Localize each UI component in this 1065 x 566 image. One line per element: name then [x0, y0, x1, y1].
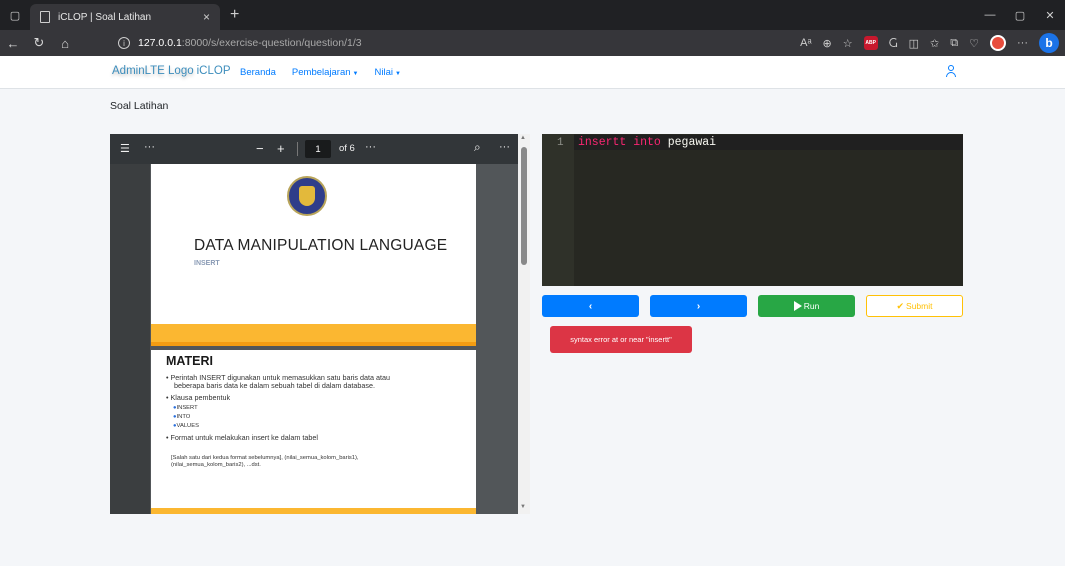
bing-copilot-icon[interactable]: b: [1039, 33, 1059, 53]
split-screen-icon[interactable]: ◫: [909, 37, 919, 50]
browser-tab-bar: ▢ iCLOP | Soal Latihan × + — ▢ ✕: [0, 0, 1065, 30]
page-title: Soal Latihan: [110, 100, 169, 112]
slide-bullet: • Format untuk melakukan insert ke dalam…: [166, 433, 318, 442]
slide-bullet: • Klausa pembentuk: [166, 393, 231, 402]
run-button[interactable]: Run: [758, 295, 855, 317]
scrollbar-thumb[interactable]: [521, 147, 527, 265]
read-aloud-icon[interactable]: Aᵃ: [800, 37, 811, 49]
slide-heading: MATERI: [166, 354, 213, 368]
code-editor[interactable]: 1 insertt into pegawai: [542, 134, 963, 286]
menu-beranda[interactable]: Beranda: [240, 67, 276, 78]
error-alert: syntax error at or near "insertt": [550, 326, 692, 353]
url-host: 127.0.0.1: [138, 37, 182, 49]
slide-footer-band-dark: [151, 342, 476, 346]
pdf-page-1: DATA MANIPULATION LANGUAGE INSERT: [151, 164, 476, 346]
sql-identifier: pegawai: [667, 136, 717, 149]
home-icon[interactable]: ⌂: [52, 30, 78, 56]
site-info-icon[interactable]: i: [118, 37, 130, 49]
adblock-icon[interactable]: ABP: [863, 36, 878, 50]
check-icon: ✔: [896, 300, 905, 311]
line-number: 1: [557, 137, 564, 149]
zoom-out-icon[interactable]: −: [256, 141, 264, 156]
pdf-page-total: of 6: [339, 143, 355, 154]
browser-tab[interactable]: iCLOP | Soal Latihan ×: [30, 4, 220, 30]
tab-title: iCLOP | Soal Latihan: [58, 11, 152, 23]
pdf-scrollbar[interactable]: ▲ ▼: [518, 134, 530, 514]
caret-down-icon: ▼: [394, 71, 401, 77]
editor-gutter: 1: [542, 134, 574, 286]
slide-note-line: (nilai_semua_kolom_baris2), ...dst.: [171, 462, 261, 468]
slide-subtitle: INSERT: [194, 260, 220, 267]
slide-subitem: ●INTO: [173, 414, 191, 420]
slide-title: DATA MANIPULATION LANGUAGE: [194, 237, 448, 254]
browser-address-bar: ← ↻ ⌂ i 127.0.0.1:8000/s/exercise-questi…: [0, 30, 1065, 56]
run-label: Run: [803, 301, 820, 311]
main-menu: Beranda Pembelajaran ▼ Nilai ▼: [240, 67, 401, 78]
favorites-icon[interactable]: ✩: [930, 37, 939, 50]
new-tab-button[interactable]: +: [230, 6, 239, 24]
page-icon: [40, 11, 50, 23]
play-icon: [793, 301, 802, 311]
browser-toolbar: Aᵃ ⊕ ☆ ABP Ⴚ ◫ ✩ ⧉ ♡ ··· b: [800, 33, 1059, 53]
sql-keyword: insertt into: [578, 136, 661, 149]
slide-note-line: [Salah satu dari kedua format sebelumnya…: [171, 455, 359, 461]
brand-name[interactable]: iCLOP: [197, 65, 231, 77]
close-window-icon[interactable]: ✕: [1035, 0, 1065, 30]
menu-nilai[interactable]: Nilai ▼: [375, 67, 401, 78]
url-field[interactable]: i 127.0.0.1:8000/s/exercise-question/que…: [108, 33, 764, 53]
pdf-page-more-icon[interactable]: ···: [365, 141, 376, 153]
toolbar-divider: [297, 142, 298, 156]
code-line[interactable]: insertt into pegawai: [578, 136, 716, 149]
minimize-icon[interactable]: —: [975, 0, 1005, 30]
slide-subitem: ●INSERT: [173, 405, 198, 411]
back-icon[interactable]: ←: [0, 30, 26, 56]
caret-down-icon: ▼: [352, 71, 359, 77]
pdf-options-icon[interactable]: ···: [499, 141, 510, 153]
next-question-button[interactable]: ›: [650, 295, 747, 317]
menu-pembelajaran[interactable]: Pembelajaran ▼: [292, 67, 359, 78]
pdf-more-icon[interactable]: ···: [144, 141, 155, 153]
window-controls: — ▢ ✕: [975, 0, 1065, 30]
maximize-icon[interactable]: ▢: [1005, 0, 1035, 30]
refresh-icon[interactable]: ↻: [26, 30, 52, 56]
profile-avatar[interactable]: [990, 35, 1006, 51]
previous-question-button[interactable]: ‹: [542, 295, 639, 317]
chevron-left-icon: ‹: [588, 300, 593, 312]
slide-footer-band: [151, 508, 476, 514]
university-emblem: [287, 176, 327, 216]
pdf-viewer[interactable]: ☰ ··· − + 1 of 6 ··· ⌕ ··· DATA MANIPULA…: [110, 134, 518, 514]
app-navbar: AdminLTE Logo iCLOP Beranda Pembelajaran…: [0, 56, 1065, 89]
slide-bullet-cont: beberapa baris data ke dalam sebuah tabe…: [174, 381, 375, 390]
extension-icon[interactable]: Ⴚ: [889, 37, 898, 50]
favorite-star-icon[interactable]: ☆: [843, 37, 853, 50]
pdf-page-input[interactable]: 1: [305, 140, 331, 158]
scroll-up-icon[interactable]: ▲: [520, 135, 526, 141]
submit-button[interactable]: ✔ Submit: [866, 295, 963, 317]
pdf-toolbar: ☰ ··· − + 1 of 6 ··· ⌕ ···: [110, 134, 518, 164]
close-tab-icon[interactable]: ×: [203, 10, 210, 24]
more-menu-icon[interactable]: ···: [1017, 37, 1028, 49]
brand[interactable]: AdminLTE Logo iCLOP: [112, 65, 231, 77]
tab-actions-icon[interactable]: ▢: [0, 0, 30, 30]
slide-note: [Salah satu dari kedua format sebelumnya…: [171, 455, 359, 469]
submit-label: Submit: [906, 301, 933, 311]
user-icon[interactable]: [945, 64, 957, 78]
zoom-icon[interactable]: ⊕: [823, 37, 832, 50]
pdf-sidebar: [110, 164, 150, 514]
collections-icon[interactable]: ⧉: [950, 37, 958, 50]
chevron-right-icon: ›: [696, 300, 701, 312]
slide-subitem: ●VALUES: [173, 423, 199, 429]
pdf-page-2: MATERI • Perintah INSERT digunakan untuk…: [151, 350, 476, 514]
scroll-down-icon[interactable]: ▼: [520, 504, 526, 510]
zoom-in-icon[interactable]: +: [277, 141, 285, 156]
brand-logo[interactable]: AdminLTE Logo: [112, 65, 194, 77]
url-path: :8000/s/exercise-question/question/1/3: [181, 37, 362, 49]
health-icon[interactable]: ♡: [969, 37, 979, 50]
pdf-search-icon[interactable]: ⌕: [474, 140, 481, 155]
pdf-contents-icon[interactable]: ☰: [120, 142, 130, 155]
